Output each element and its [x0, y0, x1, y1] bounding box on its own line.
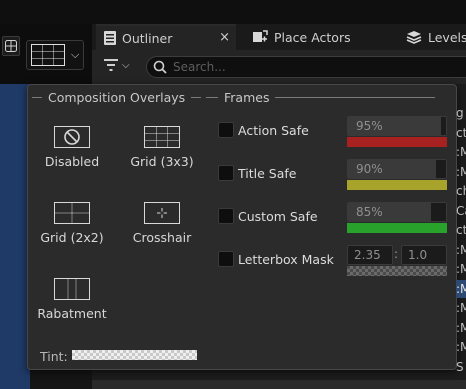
filter-icon	[104, 59, 118, 71]
tab-outliner-label: Outliner	[122, 30, 173, 46]
search-input[interactable]	[173, 60, 373, 74]
action-safe-label: Action Safe	[238, 122, 309, 138]
composition-overlays-header: Composition Overlays	[32, 90, 202, 105]
tab-outliner[interactable]: Outliner ×	[96, 24, 236, 50]
viewport-layout-button[interactable]	[2, 36, 20, 56]
letterbox-mask-checkbox[interactable]	[218, 251, 234, 267]
overlay-crosshair-option[interactable]: Crosshair	[114, 202, 210, 245]
grid-icon	[5, 40, 17, 52]
outliner-row[interactable]: :M	[456, 260, 466, 278]
letterbox-mask-label: Letterbox Mask	[238, 251, 334, 267]
grid-3x3-icon	[144, 126, 180, 148]
overlay-rabatment-label: Rabatment	[37, 306, 107, 321]
letterbox-height-field[interactable]: 1.0	[401, 245, 447, 265]
outliner-row[interactable]: :M	[456, 279, 466, 298]
custom-safe-checkbox[interactable]	[218, 208, 234, 224]
disabled-icon	[54, 126, 90, 148]
rabatment-icon	[54, 278, 90, 300]
filter-button[interactable]: ⌵	[104, 59, 130, 71]
tab-levels-label: Levels	[428, 29, 466, 45]
tint-label: Tint:	[40, 349, 68, 364]
letterbox-width-field[interactable]: 2.35	[347, 245, 393, 265]
title-safe-label: Title Safe	[238, 165, 297, 181]
outliner-row[interactable]: :M	[456, 338, 466, 356]
outliner-row[interactable]: :M	[456, 241, 466, 259]
action-safe-percent-field[interactable]: 95%	[347, 116, 447, 136]
custom-safe-value: 85%	[356, 205, 383, 219]
custom-safe-label: Custom Safe	[238, 208, 318, 224]
title-safe-value: 90%	[356, 162, 383, 176]
outliner-row[interactable]: g	[456, 104, 466, 122]
tab-place-actors[interactable]: Place Actors	[248, 24, 351, 50]
grid-3x3-icon	[31, 44, 65, 66]
search-box	[146, 56, 466, 78]
overlay-grid-3x3-label: Grid (3x3)	[130, 154, 194, 169]
custom-safe-row: Custom Safe	[218, 206, 318, 226]
crosshair-icon	[144, 202, 180, 224]
overlay-disabled-label: Disabled	[44, 154, 100, 169]
frames-header: Frames	[206, 90, 436, 105]
ratio-separator: :	[394, 247, 399, 261]
outliner-icon	[104, 31, 116, 45]
tab-levels[interactable]: Levels	[402, 24, 466, 50]
action-safe-checkbox[interactable]	[218, 122, 234, 138]
outliner-row[interactable]: :M	[456, 299, 466, 317]
outliner-row[interactable]: Ca	[456, 202, 466, 220]
custom-safe-color-swatch[interactable]	[347, 223, 447, 233]
tab-bar: Outliner × Place Actors Levels	[92, 24, 466, 50]
outliner-row[interactable]: che	[456, 182, 466, 200]
search-icon	[153, 60, 167, 74]
overlay-grid-2x2-option[interactable]: Grid (2x2)	[24, 202, 120, 245]
custom-safe-percent-field[interactable]: 85%	[347, 202, 447, 222]
action-safe-row: Action Safe	[218, 120, 309, 140]
outliner-row[interactable]: cti	[456, 221, 466, 239]
tint-color-swatch[interactable]	[72, 350, 197, 360]
grid-2x2-icon	[54, 202, 90, 224]
overlay-disabled-option[interactable]: Disabled	[24, 126, 120, 169]
composition-overlays-popup: Composition Overlays Frames Disabled Gri…	[27, 84, 457, 370]
title-safe-checkbox[interactable]	[218, 165, 234, 181]
bottom-strip	[92, 380, 466, 389]
letterbox-color-swatch[interactable]	[347, 266, 447, 276]
title-strip	[0, 0, 466, 24]
action-safe-color-swatch[interactable]	[347, 137, 447, 147]
outliner-row[interactable]: ct	[456, 124, 466, 142]
outliner-row[interactable]: S	[456, 358, 466, 376]
overlay-rabatment-option[interactable]: Rabatment	[24, 278, 120, 321]
overlay-crosshair-label: Crosshair	[132, 230, 192, 245]
overlay-grid-2x2-label: Grid (2x2)	[40, 230, 104, 245]
outliner-row[interactable]: :M	[456, 319, 466, 337]
outliner-toolbar: ⌵	[92, 50, 466, 84]
chevron-down-icon: ⌵	[71, 48, 80, 61]
title-safe-color-swatch[interactable]	[347, 180, 447, 190]
title-safe-row: Title Safe	[218, 163, 296, 183]
close-icon[interactable]: ×	[219, 30, 230, 45]
title-safe-percent-field[interactable]: 90%	[347, 159, 447, 179]
outliner-row[interactable]: :M	[456, 163, 466, 181]
action-safe-value: 95%	[356, 119, 383, 133]
overlay-grid-3x3-option[interactable]: Grid (3x3)	[114, 126, 210, 169]
chevron-down-icon: ⌵	[122, 59, 130, 71]
letterbox-mask-row: Letterbox Mask	[218, 249, 334, 269]
tab-place-actors-label: Place Actors	[274, 29, 351, 45]
place-actors-icon	[253, 30, 268, 42]
composition-overlay-button[interactable]: ⌵	[26, 40, 84, 70]
levels-icon	[406, 31, 422, 44]
outliner-row[interactable]: :M	[456, 143, 466, 161]
